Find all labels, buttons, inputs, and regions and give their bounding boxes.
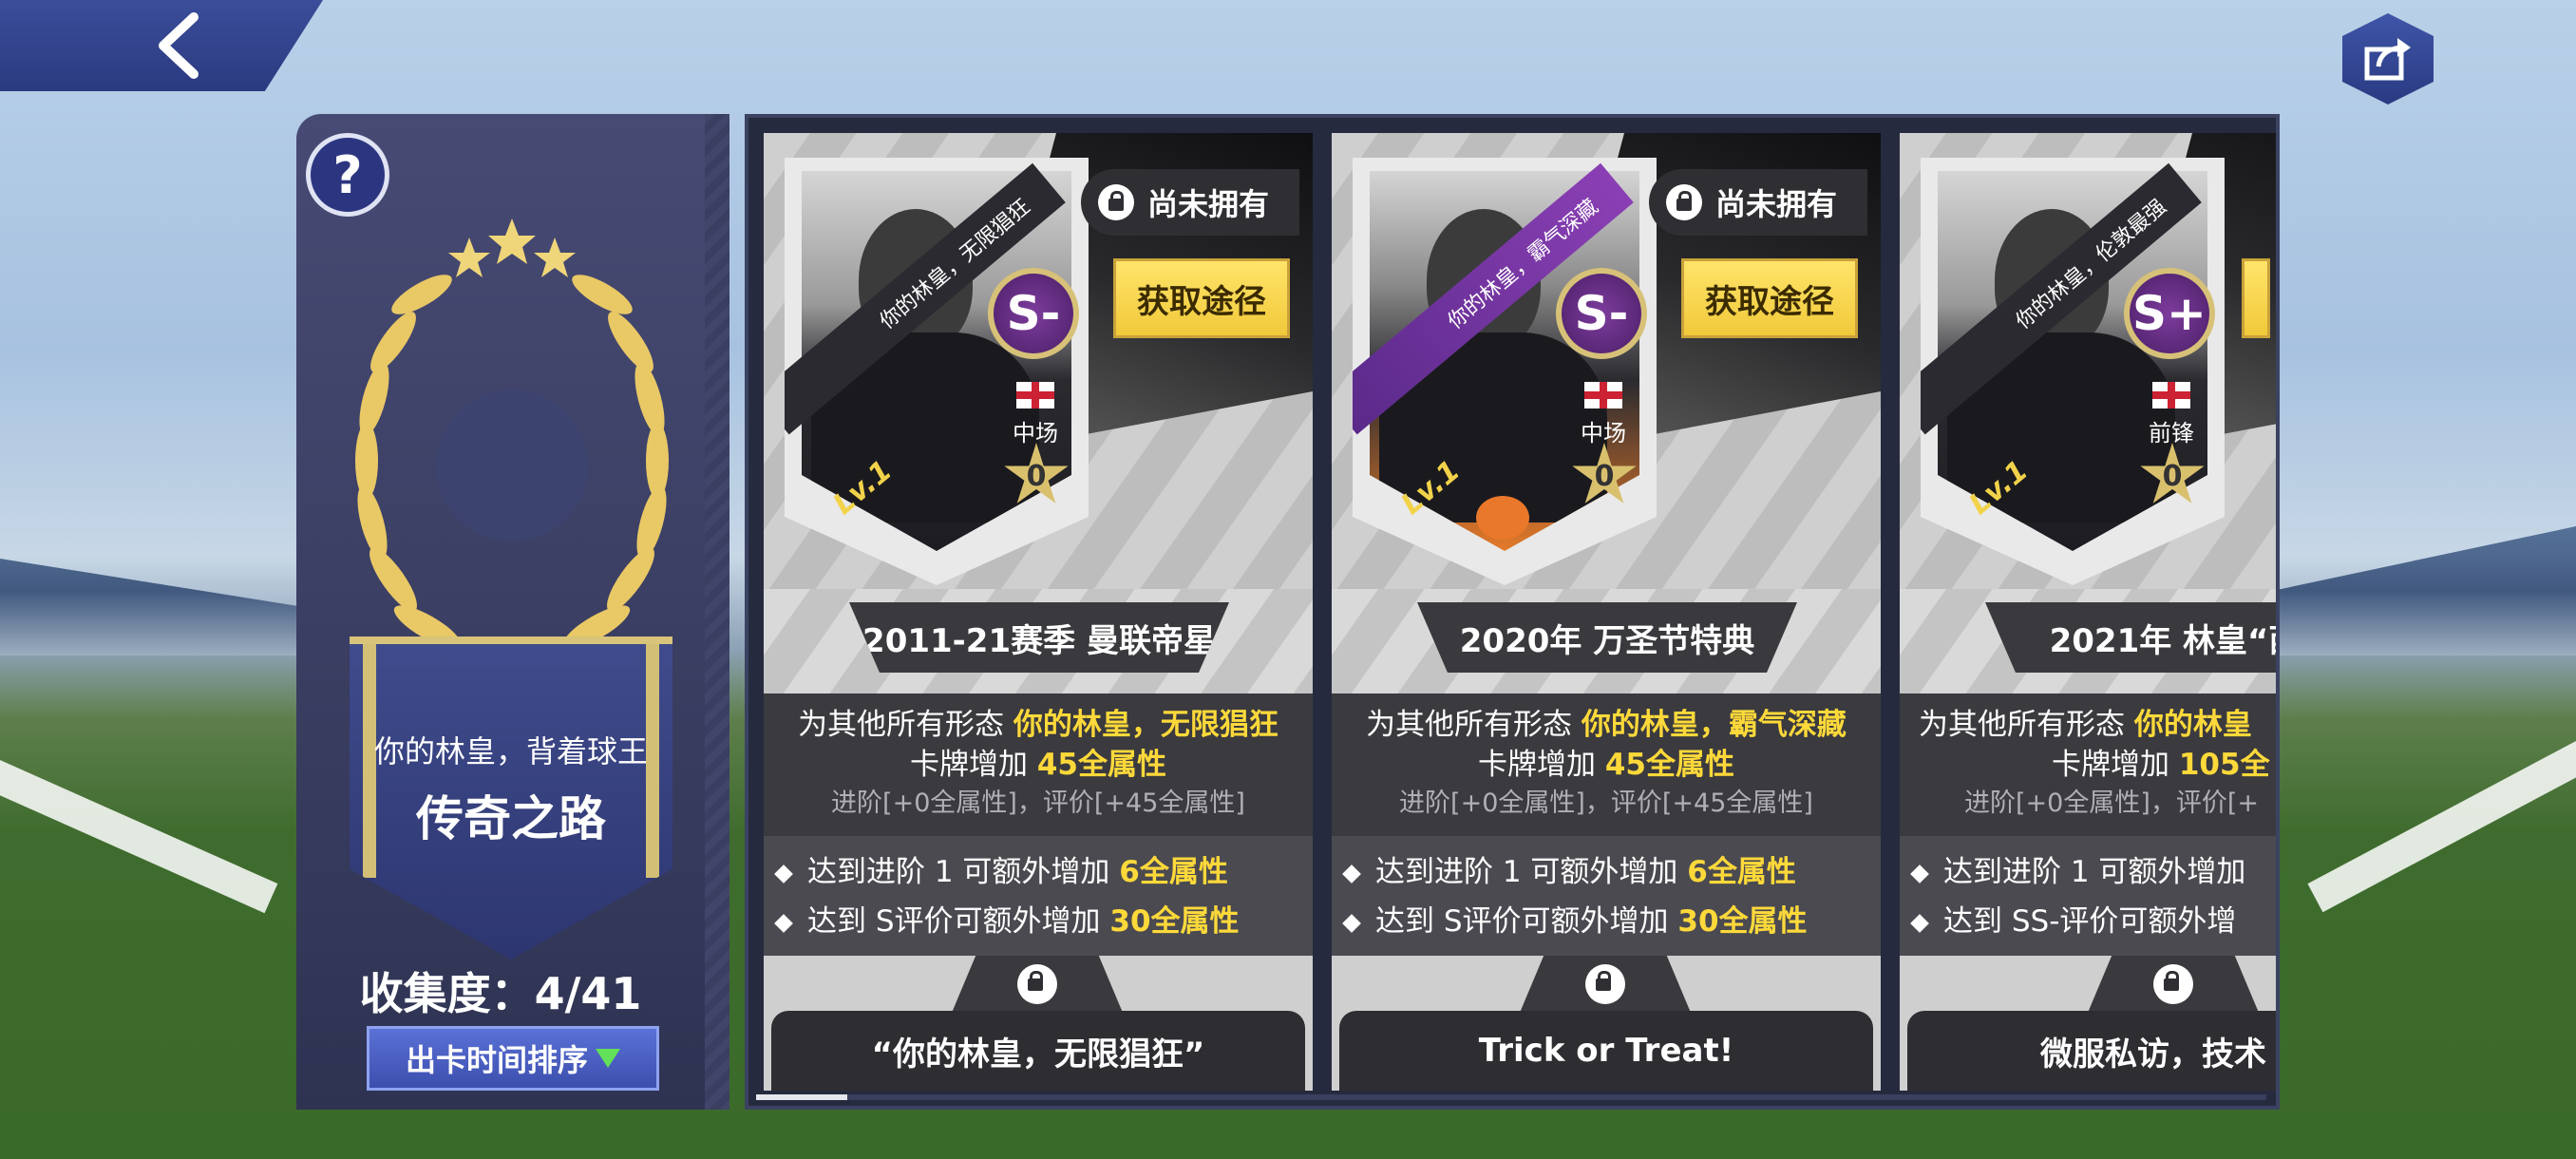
- lock-icon: [2153, 964, 2193, 1004]
- locked-story[interactable]: “你的林皇，无限猖狂”: [764, 956, 1313, 1091]
- player-position: 中场: [1581, 420, 1626, 446]
- chevron-left-icon: [159, 12, 199, 79]
- player-card[interactable]: 你的林皇，伦敦最强 Lv.1 S+ 前锋 0: [1921, 158, 2225, 585]
- bullet-icon: [774, 864, 793, 884]
- bullet-icon: [1910, 913, 1929, 933]
- not-owned-tag: 尚未拥有: [1649, 169, 1867, 236]
- obtain-method-button[interactable]: 获取途径: [1113, 258, 1290, 338]
- lock-icon: [1098, 184, 1134, 220]
- bonus-row: 达到 S评价可额外增加 30全属性: [774, 897, 1313, 946]
- status-label: 尚未拥有: [1147, 186, 1270, 222]
- england-flag-icon: [2152, 382, 2190, 408]
- status-label: 尚未拥有: [1715, 186, 1838, 222]
- card-quote: Trick or Treat!: [1339, 1011, 1873, 1091]
- locked-story[interactable]: Trick or Treat!: [1332, 956, 1881, 1091]
- desc-line-1: 为其他所有形态 你的林皇，霸气深藏: [1366, 708, 1847, 742]
- bonus-list: 达到进阶 1 可额外增加 达到 SS-评价可额外增: [1900, 836, 2276, 956]
- desc-line-2: 卡牌增加 105全: [2052, 748, 2270, 782]
- season-title: 2021年 林皇“西: [1985, 602, 2276, 673]
- desc-line-1: 为其他所有形态 你的林皇，无限猖狂: [798, 708, 1279, 742]
- horizontal-scrollbar[interactable]: [756, 1094, 2266, 1100]
- achievement-banner: 你的林皇，背着球王 传奇之路: [350, 636, 672, 960]
- player-card[interactable]: 你的林皇，无限猖狂 Lv.1 S- 中场 0: [785, 158, 1089, 585]
- desc-line-2: 卡牌增加 45全属性: [1478, 748, 1734, 782]
- obtain-method-button[interactable]: 获取途径: [1681, 258, 1858, 338]
- scrollbar-thumb[interactable]: [756, 1094, 847, 1100]
- card-description: 为其他所有形态 你的林皇，霸气深藏 卡牌增加 45全属性 进阶[+0全属性]，评…: [1332, 694, 1881, 836]
- laurel-wreath-icon: [355, 218, 669, 649]
- dropdown-arrow-icon: [596, 1049, 620, 1068]
- bonus-list: 达到进阶 1 可额外增加 6全属性 达到 S评价可额外增加 30全属性: [1332, 836, 1881, 956]
- desc-note: 进阶[+0全属性]，评价[+45全属性]: [831, 788, 1245, 818]
- bonus-row: 达到进阶 1 可额外增加 6全属性: [774, 847, 1313, 897]
- card-description: 为其他所有形态 你的林皇 卡牌增加 105全 进阶[+0全属性]，评价[+: [1900, 694, 2276, 836]
- pumpkin-icon: [1476, 496, 1529, 540]
- card-header: 你的林皇，霸气深藏 Lv.1 S- 中场 0 尚未拥有 获取途径: [1332, 133, 1881, 589]
- player-card[interactable]: 你的林皇，霸气深藏 Lv.1 S- 中场 0: [1353, 158, 1657, 585]
- card-quote: “你的林皇，无限猖狂”: [771, 1011, 1305, 1091]
- player-position: 中场: [1013, 420, 1058, 446]
- bonus-row: 达到进阶 1 可额外增加 6全属性: [1342, 847, 1881, 897]
- card-item[interactable]: 你的林皇，霸气深藏 Lv.1 S- 中场 0 尚未拥有 获取途径 2020年 万…: [1332, 133, 1881, 1091]
- collection-progress: 收集度：4/41: [359, 968, 642, 1019]
- lock-icon: [1666, 184, 1702, 220]
- card-list[interactable]: 你的林皇，无限猖狂 Lv.1 S- 中场 0 尚未拥有 获取途径 2011-21…: [745, 114, 2280, 1110]
- rank-badge: S-: [1556, 268, 1647, 359]
- season-title: 2020年 万圣节特典: [1417, 602, 1797, 673]
- england-flag-icon: [1584, 382, 1622, 408]
- share-icon: [2364, 38, 2411, 81]
- desc-note: 进阶[+0全属性]，评价[+: [1964, 788, 2260, 818]
- locked-tab: [1520, 956, 1691, 1013]
- locked-tab: [2088, 956, 2259, 1013]
- bonus-row: 达到 SS-评价可额外增: [1910, 897, 2276, 946]
- desc-line-1: 为其他所有形态 你的林皇: [1919, 708, 2252, 742]
- sort-by-release-button[interactable]: 出卡时间排序: [367, 1026, 659, 1091]
- locked-story[interactable]: 微服私访，技术: [1900, 956, 2276, 1091]
- rank-badge: S+: [2124, 268, 2215, 359]
- collection-panel: ? 你的林皇，背着球王 传奇之路 收集度：4/41 出卡时间排序: [296, 114, 729, 1110]
- not-owned-tag: 尚未拥有: [1081, 169, 1299, 236]
- locked-tab: [952, 956, 1123, 1013]
- rank-badge: S-: [988, 268, 1079, 359]
- sort-label: 出卡时间排序: [405, 1042, 588, 1078]
- card-header: 你的林皇，无限猖狂 Lv.1 S- 中场 0 尚未拥有 获取途径: [764, 133, 1313, 589]
- bullet-icon: [1342, 913, 1361, 933]
- bonus-list: 达到进阶 1 可额外增加 6全属性 达到 S评价可额外增加 30全属性: [764, 836, 1313, 956]
- bullet-icon: [774, 913, 793, 933]
- bonus-row: 达到进阶 1 可额外增加: [1910, 847, 2276, 897]
- banner-subtitle: 你的林皇，背着球王: [373, 733, 648, 770]
- bullet-icon: [1910, 864, 1929, 884]
- lock-icon: [1017, 964, 1057, 1004]
- card-item[interactable]: 你的林皇，伦敦最强 Lv.1 S+ 前锋 0 2021年 林皇“西 为其他所有形…: [1900, 133, 2276, 1091]
- england-flag-icon: [1016, 382, 1054, 408]
- bullet-icon: [1342, 864, 1361, 884]
- card-header: 你的林皇，伦敦最强 Lv.1 S+ 前锋 0: [1900, 133, 2276, 589]
- season-title: 2011-21赛季 曼联帝星: [849, 602, 1229, 673]
- card-quote: 微服私访，技术: [1907, 1011, 2276, 1091]
- desc-line-2: 卡牌增加 45全属性: [910, 748, 1166, 782]
- player-position: 前锋: [2149, 420, 2194, 446]
- card-description: 为其他所有形态 你的林皇，无限猖狂 卡牌增加 45全属性 进阶[+0全属性]，评…: [764, 694, 1313, 836]
- bonus-row: 达到 S评价可额外增加 30全属性: [1342, 897, 1881, 946]
- banner-title: 传奇之路: [416, 791, 606, 846]
- obtain-method-button[interactable]: [2242, 258, 2270, 338]
- desc-note: 进阶[+0全属性]，评价[+45全属性]: [1399, 788, 1813, 818]
- card-item[interactable]: 你的林皇，无限猖狂 Lv.1 S- 中场 0 尚未拥有 获取途径 2011-21…: [764, 133, 1313, 1091]
- lock-icon: [1585, 964, 1625, 1004]
